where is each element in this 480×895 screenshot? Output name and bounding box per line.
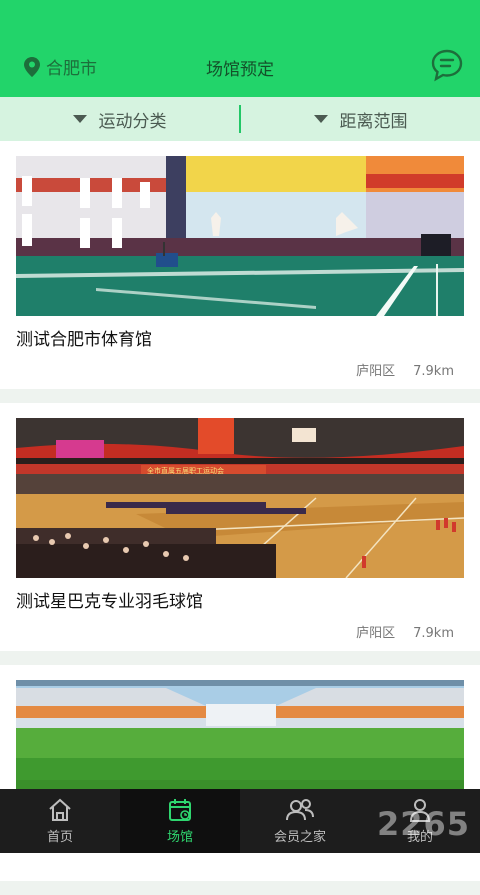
calendar-icon <box>169 799 191 821</box>
venue-list: 测试合肥市体育馆 庐阳区 7.9km 全市直属五届职工运动会 测试星巴克专业羽毛… <box>0 141 480 895</box>
venue-card[interactable]: 测试合肥市体育馆 庐阳区 7.9km <box>0 141 480 389</box>
tab-venues-label: 场馆 <box>166 830 193 845</box>
message-icon[interactable] <box>430 48 464 82</box>
venue-distance: 7.9km <box>413 626 454 641</box>
distance-range-label: 距离范围 <box>339 111 408 132</box>
venue-card[interactable]: 全市直属五届职工运动会 测试星巴克专业羽毛球馆 庐阳区 7.9km <box>0 403 480 651</box>
venue-distance: 7.9km <box>413 364 454 379</box>
venue-meta: 庐阳区 7.9km <box>16 622 464 641</box>
filter-bar: 运动分类 距离范围 <box>0 97 480 141</box>
dropdown-triangle-icon <box>313 115 328 123</box>
distance-range-filter[interactable]: 距离范围 <box>241 97 480 141</box>
venue-district: 庐阳区 <box>356 364 396 379</box>
dropdown-triangle-icon <box>72 115 87 123</box>
watermark: 2265 <box>376 805 470 843</box>
tab-home[interactable]: 首页 <box>0 789 120 853</box>
page-title: 场馆预定 <box>206 60 274 80</box>
venue-photo: 全市直属五届职工运动会 <box>16 418 464 578</box>
app-header: 合肥市 场馆预定 <box>0 0 480 97</box>
photo-banner-text: 全市直属五届职工运动会 <box>147 466 224 475</box>
sport-category-label: 运动分类 <box>98 111 167 132</box>
sport-category-filter[interactable]: 运动分类 <box>0 97 239 141</box>
venue-name: 测试星巴克专业羽毛球馆 <box>16 592 203 612</box>
tab-venues[interactable]: 场馆 <box>120 789 240 853</box>
venue-meta: 庐阳区 7.9km <box>16 360 464 379</box>
venue-district: 庐阳区 <box>356 626 396 641</box>
tab-members[interactable]: 会员之家 <box>240 789 360 853</box>
venue-name: 测试合肥市体育馆 <box>16 330 152 350</box>
tab-members-label: 会员之家 <box>273 830 326 845</box>
members-icon <box>286 799 314 821</box>
home-icon <box>49 798 71 821</box>
tab-home-label: 首页 <box>46 830 73 845</box>
venue-photo <box>16 156 464 316</box>
